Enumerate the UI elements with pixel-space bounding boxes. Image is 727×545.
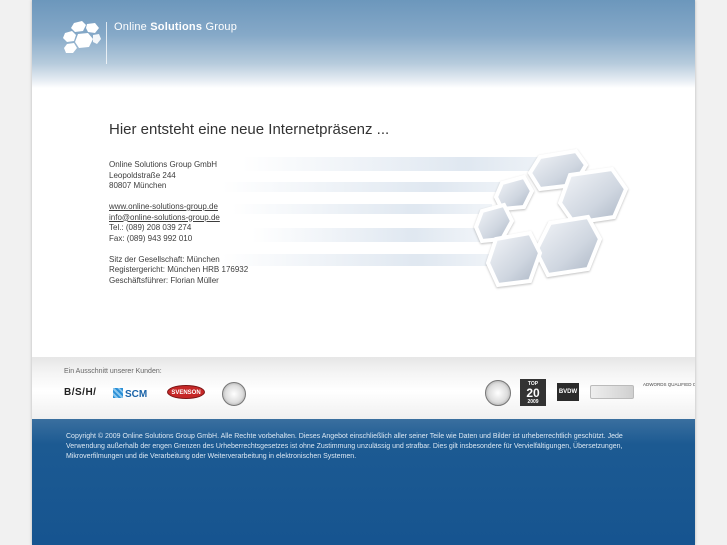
fax-number: Fax: (089) 943 992 010 xyxy=(109,233,193,243)
city-address: 80807 München xyxy=(109,181,167,190)
company-seat: Sitz der Gesellschaft: München xyxy=(109,254,220,264)
award-seal-icon xyxy=(485,380,511,406)
top20-year: 2009 xyxy=(527,399,539,405)
footer: Copyright © 2009 Online Solutions Group … xyxy=(32,419,695,545)
email-link[interactable]: info@online-solutions-group.de xyxy=(109,213,329,224)
bvdw-badge: BVDW xyxy=(557,383,579,401)
clients-label: Ein Ausschnitt unserer Kunden: xyxy=(64,368,162,375)
page-headline: Hier entsteht eine neue Internetpräsenz … xyxy=(109,121,390,138)
copyright-notice: Copyright © 2009 Online Solutions Group … xyxy=(66,433,623,461)
website-link[interactable]: www.online-solutions-group.de xyxy=(109,202,329,213)
logo-divider xyxy=(106,22,107,64)
adwords-badge: ADWORDS QUALIFIED COMPANY Google xyxy=(643,382,695,387)
company-logo-text: Online Solutions Group xyxy=(114,21,237,33)
client-seal-icon xyxy=(222,382,246,406)
top20-number: 20 xyxy=(526,386,540,400)
client-logo-scm-text: SCM xyxy=(125,389,148,400)
logo-text-bold: Solutions xyxy=(150,21,203,33)
clients-strip: Ein Ausschnitt unserer Kunden: B/S/H/ SC… xyxy=(32,357,695,419)
company-name: Online Solutions Group GmbH xyxy=(109,160,218,169)
client-logo-bsh: B/S/H/ xyxy=(64,387,97,398)
hexagon-shape xyxy=(557,166,629,226)
agency-badge-icon xyxy=(590,385,634,399)
phone-number: Tel.: (089) 208 039 274 xyxy=(109,223,192,232)
contact-block: Online Solutions Group GmbH Leopoldstraß… xyxy=(109,160,329,286)
client-logo-svenson: SVENSON xyxy=(167,385,205,399)
hexagon-shape xyxy=(485,230,543,288)
scm-mark-icon xyxy=(113,388,123,398)
top20-badge: TOP 20 2009 xyxy=(520,379,546,406)
logo-text-suffix: Group xyxy=(202,21,238,33)
street-address: Leopoldstraße 244 xyxy=(109,170,176,180)
register-court: Registergericht: München HRB 176932 xyxy=(109,265,249,274)
logo-text-prefix: Online xyxy=(114,21,151,33)
hexagon-graphic xyxy=(473,148,629,288)
company-logo-icon xyxy=(63,21,101,53)
hexagon-shape xyxy=(533,214,603,278)
header-banner: Online Solutions Group xyxy=(32,0,695,88)
managing-director: Geschäftsführer: Florian Müller xyxy=(109,275,219,285)
page-container: Online Solutions Group Hier entsteht ein… xyxy=(32,0,695,545)
client-logo-scm: SCM xyxy=(113,388,147,400)
